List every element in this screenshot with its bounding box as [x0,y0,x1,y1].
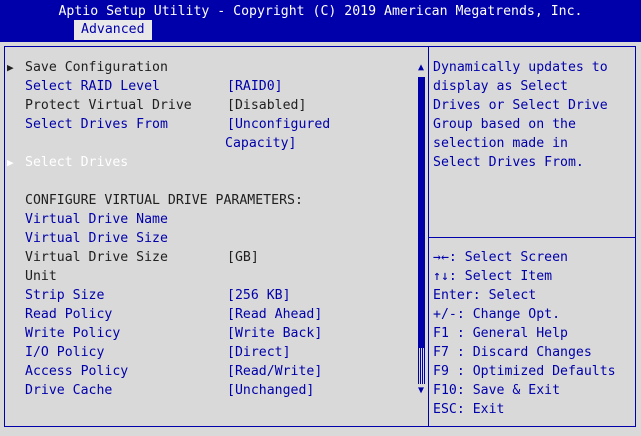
virtual-drive-size-unit-label: Virtual Drive Size [25,250,168,265]
key-select-item: ↑↓: Select Item [433,269,553,284]
save-configuration-item[interactable]: Save Configuration [25,58,168,77]
select-drives-from-label[interactable]: Select Drives From [25,115,168,134]
scrollbar-track[interactable] [418,348,425,384]
key-save-exit: F10: Save & Exit [433,383,561,398]
strip-size-value[interactable]: [256 KB] [227,286,291,305]
drive-cache-value[interactable]: [Unchanged] [227,381,314,400]
read-policy-label[interactable]: Read Policy [25,305,112,324]
drive-cache-label[interactable]: Drive Cache [25,381,112,400]
help-text-line: Dynamically updates to [433,60,608,75]
key-enter: Enter: Select [433,288,537,303]
virtual-drive-size-item[interactable]: Virtual Drive Size [25,229,168,248]
select-raid-level-value[interactable]: [RAID0] [227,77,283,96]
help-text-line: Select Drives From. [433,155,584,170]
key-select-screen: →←: Select Screen [433,250,568,265]
tab-advanced[interactable]: Advanced [74,20,152,40]
help-text-line: selection made in [433,136,568,151]
write-policy-value[interactable]: [Write Back] [227,324,322,343]
select-drives-from-value-cont[interactable]: Capacity] [225,134,296,153]
io-policy-label[interactable]: I/O Policy [25,343,104,362]
protect-virtual-drive-label: Protect Virtual Drive [25,98,192,113]
key-optimized-defaults: F9 : Optimized Defaults [433,364,616,379]
submenu-arrow-icon: ▶ [7,156,14,169]
key-exit: ESC: Exit [433,402,505,417]
scroll-down-icon[interactable]: ▼ [415,381,427,400]
key-general-help: F1 : General Help [433,326,568,341]
strip-size-label[interactable]: Strip Size [25,286,104,305]
scrollbar-thumb[interactable] [418,77,425,348]
virtual-drive-name-item[interactable]: Virtual Drive Name [25,210,168,229]
help-divider [429,237,636,238]
virtual-drive-size-unit-label-cont: Unit [25,269,57,284]
read-policy-value[interactable]: [Read Ahead] [227,305,322,324]
title-bar: Aptio Setup Utility - Copyright (C) 2019… [0,0,641,42]
access-policy-label[interactable]: Access Policy [25,362,128,381]
help-text-line: display as Select [433,79,568,94]
access-policy-value[interactable]: [Read/Write] [227,362,322,381]
select-drives-item[interactable]: Select Drives [25,153,128,172]
key-change-opt: +/-: Change Opt. [433,307,561,322]
help-text-line: Drives or Select Drive [433,98,608,113]
submenu-arrow-icon: ▶ [7,61,14,74]
key-discard-changes: F7 : Discard Changes [433,345,592,360]
io-policy-value[interactable]: [Direct] [227,343,291,362]
virtual-drive-size-unit-value: [GB] [227,250,259,265]
protect-virtual-drive-value: [Disabled] [227,98,307,113]
write-policy-label[interactable]: Write Policy [25,324,120,343]
select-drives-from-value[interactable]: [Unconfigured [227,115,330,134]
help-text-line: Group based on the [433,117,576,132]
select-raid-level-label[interactable]: Select RAID Level [25,77,160,96]
scroll-up-icon[interactable]: ▲ [415,58,427,77]
window-title: Aptio Setup Utility - Copyright (C) 2019… [58,4,583,19]
section-heading: CONFIGURE VIRTUAL DRIVE PARAMETERS: [25,193,303,208]
